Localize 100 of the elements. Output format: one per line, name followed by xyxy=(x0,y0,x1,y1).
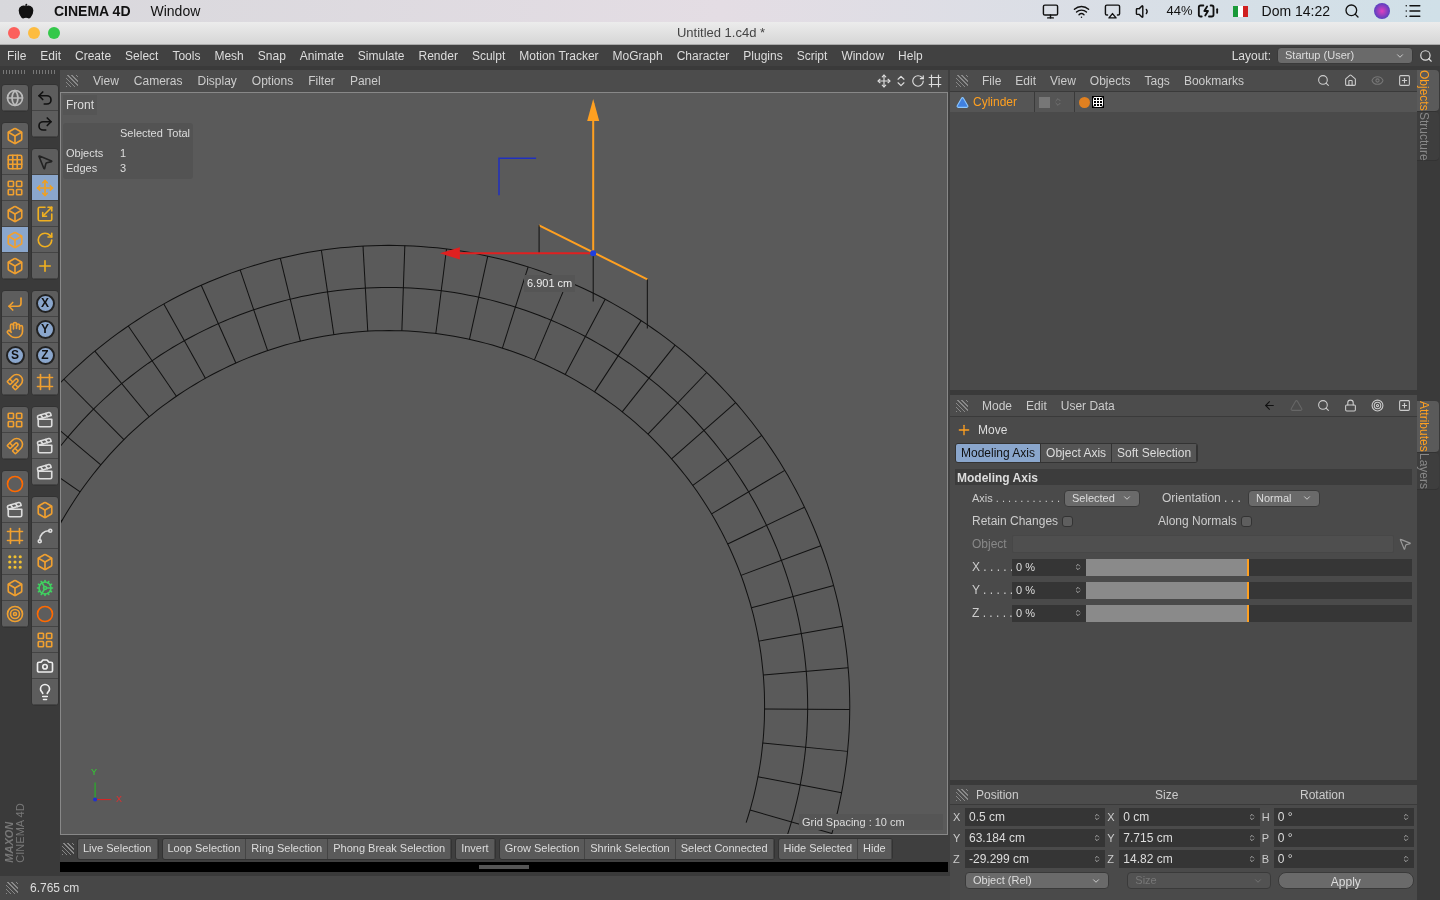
target-icon[interactable] xyxy=(1371,399,1384,412)
attribute-tab[interactable]: Object Axis xyxy=(1041,444,1113,462)
coordinate-field[interactable]: 63.184 cm xyxy=(965,829,1106,847)
tool-button[interactable] xyxy=(32,433,58,459)
home-icon[interactable] xyxy=(1344,74,1357,87)
selection-tool-button[interactable]: Loop Selection xyxy=(162,838,247,859)
axis-lock-button[interactable]: Y xyxy=(32,317,58,343)
lock-icon[interactable] xyxy=(1344,399,1357,412)
selection-tool-button[interactable]: Invert xyxy=(456,838,495,859)
tool-button[interactable] xyxy=(32,407,58,433)
tool-button[interactable] xyxy=(2,253,28,279)
apply-button[interactable]: Apply xyxy=(1277,872,1414,889)
viewport-canvas[interactable]: Front Selected Total Objects 1 Edges 3 6.901 cm Y X Grid Spacing : 10 cm xyxy=(60,92,948,835)
stepper-icon[interactable] xyxy=(1074,609,1082,617)
coordinate-field[interactable]: 0.5 cm xyxy=(965,808,1106,826)
horizontal-scrollbar[interactable] xyxy=(60,862,948,872)
menu-item[interactable]: Sculpt xyxy=(471,46,506,65)
side-tab[interactable]: Attributes xyxy=(1417,401,1439,454)
tool-button[interactable] xyxy=(32,627,58,653)
tool-button[interactable] xyxy=(32,653,58,679)
axis-lock-button[interactable]: Z xyxy=(32,343,58,369)
menu-item[interactable]: Objects xyxy=(1089,71,1131,90)
number-field[interactable]: 0 % xyxy=(1012,604,1086,622)
menu-item[interactable]: Bookmarks xyxy=(1183,71,1244,90)
tool-button[interactable] xyxy=(32,601,58,627)
side-tab[interactable]: Objects xyxy=(1417,70,1439,112)
tool-button[interactable] xyxy=(32,253,58,279)
selection-tool-button[interactable]: Hide Selected xyxy=(778,838,859,859)
layout-dropdown[interactable]: Startup (User) xyxy=(1277,47,1413,64)
coordinate-field[interactable]: 0 ° xyxy=(1273,850,1414,868)
stepper-icon[interactable] xyxy=(1247,813,1256,821)
pick-cursor-icon[interactable] xyxy=(1398,537,1412,551)
tool-button[interactable] xyxy=(32,497,58,523)
tool-button[interactable] xyxy=(32,575,58,601)
menu-item[interactable]: Window xyxy=(841,46,885,65)
menu-item[interactable]: Filter xyxy=(308,72,335,90)
tool-button[interactable] xyxy=(2,601,28,627)
tool-button[interactable] xyxy=(2,227,28,253)
menu-item[interactable]: File xyxy=(7,46,27,65)
close-button[interactable] xyxy=(8,27,20,39)
clock[interactable]: Dom 14:22 xyxy=(1261,0,1330,22)
coordinate-mode-dropdown[interactable]: Object (Rel) xyxy=(965,872,1109,889)
axis-dropdown[interactable]: Selected xyxy=(1064,489,1141,507)
stepper-icon[interactable] xyxy=(1093,855,1102,863)
list-icon[interactable] xyxy=(1404,2,1422,20)
menu-item[interactable]: Edit xyxy=(1026,396,1047,415)
assistant-icon[interactable] xyxy=(1374,3,1390,19)
menu-item[interactable]: Edit xyxy=(1015,71,1037,90)
coordinate-field[interactable]: 7.715 cm xyxy=(1119,829,1260,847)
menu-item[interactable]: File xyxy=(982,71,1002,90)
app-menu[interactable]: CINEMA 4D xyxy=(54,0,131,22)
menu-item[interactable]: Snap xyxy=(257,46,286,65)
tool-button[interactable] xyxy=(32,679,58,705)
tool-button[interactable] xyxy=(2,471,28,497)
menu-item[interactable]: Display xyxy=(197,72,237,90)
flag-icon[interactable] xyxy=(1232,5,1248,17)
menu-item[interactable]: Character xyxy=(676,46,730,65)
tool-button[interactable] xyxy=(2,369,28,395)
menu-item[interactable]: Render xyxy=(418,46,458,65)
new-panel-icon[interactable] xyxy=(1398,74,1411,87)
tool-button[interactable] xyxy=(32,201,58,227)
menu-item[interactable]: View xyxy=(1050,71,1076,90)
menu-item[interactable]: Plugins xyxy=(743,46,783,65)
menu-item[interactable]: Tools xyxy=(172,46,201,65)
tool-button[interactable] xyxy=(2,497,28,523)
tool-button[interactable] xyxy=(2,123,28,149)
layout-icon[interactable] xyxy=(928,74,942,88)
menu-item[interactable]: Simulate xyxy=(357,46,405,65)
tool-button[interactable] xyxy=(2,575,28,601)
menu-item[interactable]: Motion Tracker xyxy=(519,46,599,65)
menu-item[interactable]: Cameras xyxy=(133,72,183,90)
checkbox[interactable] xyxy=(1240,515,1252,527)
stepper-icon[interactable] xyxy=(1247,855,1256,863)
tool-button[interactable] xyxy=(2,549,28,575)
tool-button[interactable] xyxy=(2,175,28,201)
menu-item[interactable]: Help xyxy=(898,46,923,65)
tool-button[interactable] xyxy=(2,149,28,175)
coordinate-field[interactable]: 14.82 cm xyxy=(1119,850,1260,868)
stepper-icon[interactable] xyxy=(1074,586,1082,594)
stepper-icon[interactable] xyxy=(1402,855,1410,863)
stepper-icon[interactable] xyxy=(1074,563,1082,571)
rotate-view-icon[interactable] xyxy=(911,74,925,88)
checkbox[interactable] xyxy=(1062,515,1074,527)
tool-button[interactable] xyxy=(2,317,28,343)
tool-button[interactable] xyxy=(32,549,58,575)
tool-button[interactable] xyxy=(2,407,28,433)
menu-item[interactable]: Animate xyxy=(299,46,344,65)
menu-item[interactable]: Panel xyxy=(349,72,381,90)
selection-tool-button[interactable]: Shrink Selection xyxy=(585,838,676,859)
menu-item[interactable]: Select xyxy=(125,46,159,65)
menu-item[interactable]: Tags xyxy=(1144,71,1170,90)
tool-button[interactable] xyxy=(32,227,58,253)
apple-logo-icon[interactable] xyxy=(18,3,34,19)
menu-item[interactable]: Script xyxy=(796,46,828,65)
tool-button[interactable] xyxy=(2,201,28,227)
checker-tag-icon[interactable] xyxy=(1092,96,1104,108)
object-row[interactable]: Cylinder xyxy=(950,92,1035,112)
selection-tool-button[interactable]: Hide xyxy=(858,838,892,859)
selection-tool-button[interactable]: Phong Break Selection xyxy=(328,838,452,859)
menu-item[interactable]: Create xyxy=(75,46,112,65)
